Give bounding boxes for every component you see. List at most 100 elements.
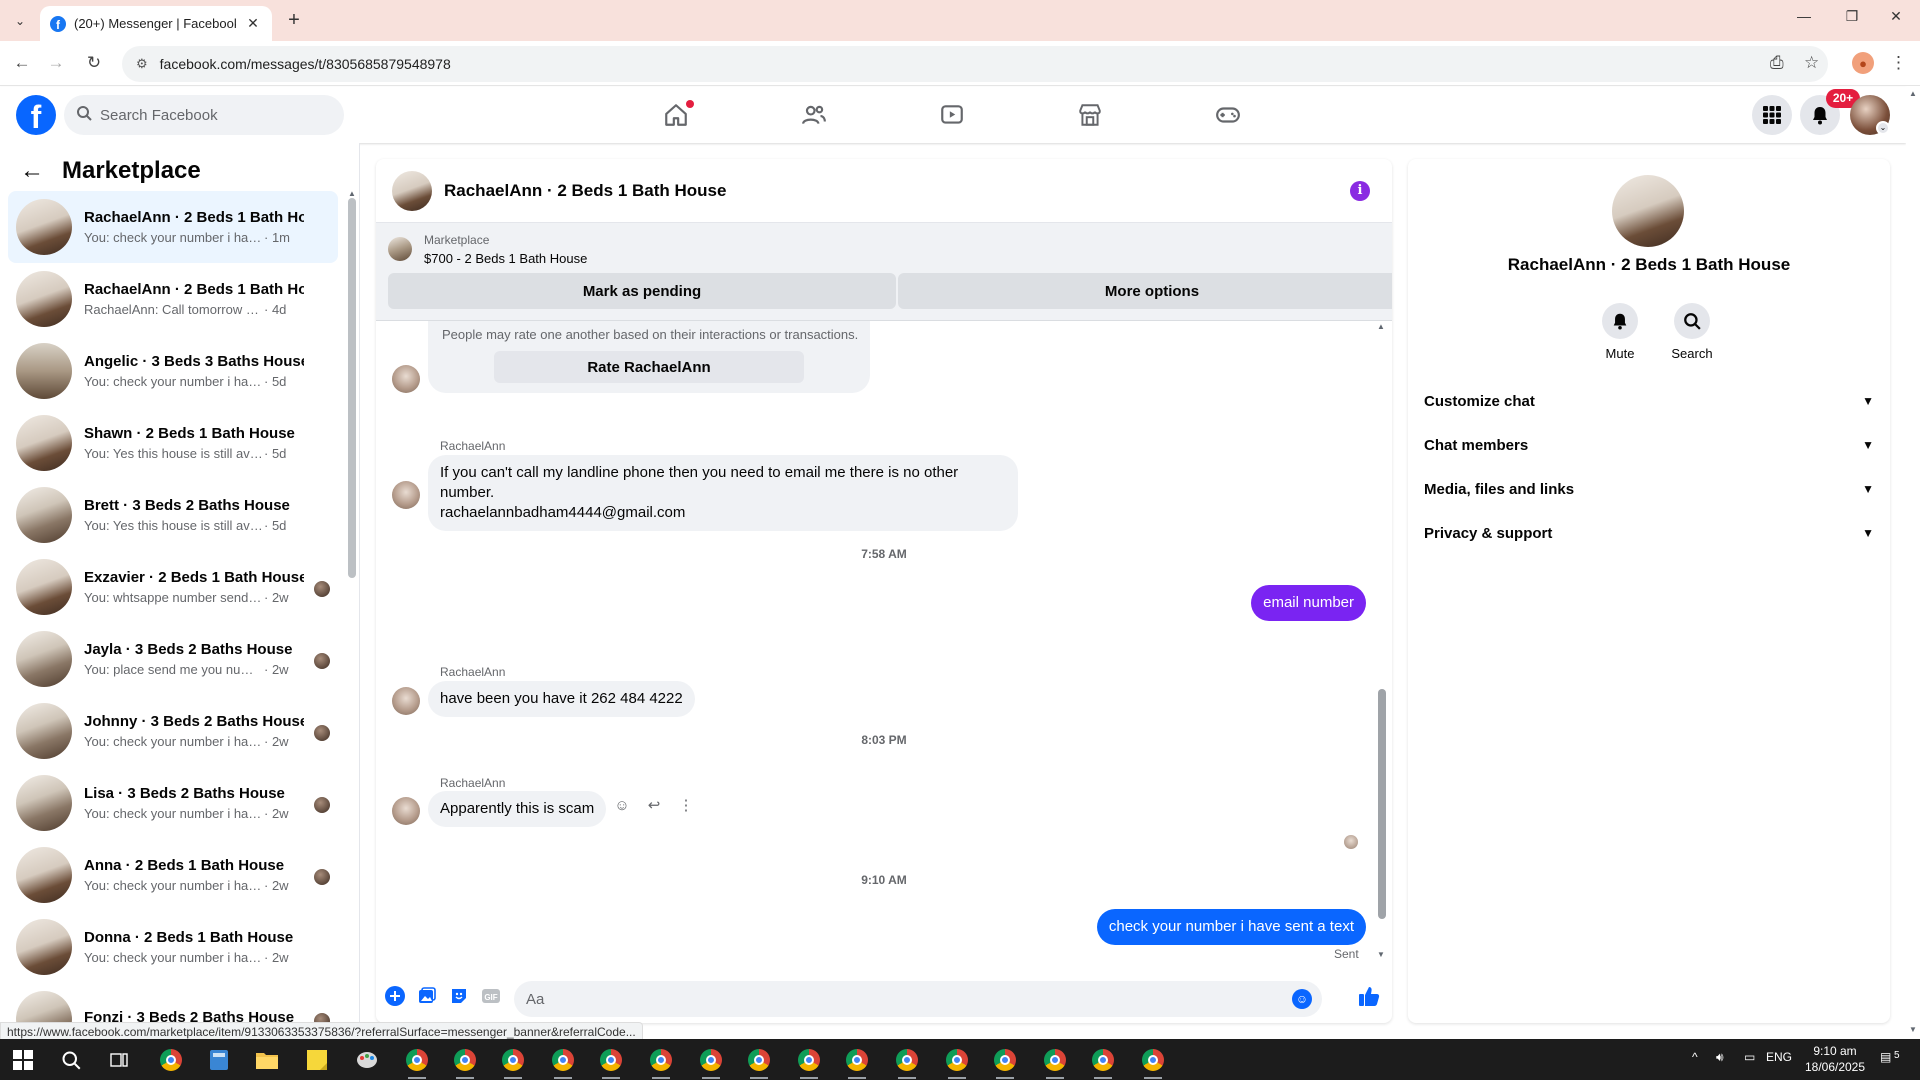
close-tab-icon[interactable]: ✕ <box>244 15 262 32</box>
chat-scrollbar[interactable] <box>1378 689 1386 919</box>
task-view-icon[interactable] <box>106 1047 132 1073</box>
list-item[interactable]: Johnny · 3 Beds 2 Baths House You: check… <box>8 695 338 767</box>
restore-icon[interactable]: ❐ <box>1832 8 1872 25</box>
chrome-app-icon[interactable] <box>1042 1047 1068 1079</box>
chat-title[interactable]: RachaelAnn · 2 Beds 1 Bath House <box>444 181 726 201</box>
reload-icon[interactable]: ↻ <box>82 51 106 75</box>
emoji-icon[interactable]: ☺ <box>1292 989 1312 1009</box>
windows-start-icon[interactable] <box>10 1047 36 1073</box>
friends-icon[interactable] <box>796 97 832 133</box>
media-files-links-row[interactable]: Media, files and links ▼ <box>1424 467 1874 511</box>
site-info-icon[interactable]: ⚙ <box>136 56 148 72</box>
scroll-down-arrow-icon[interactable]: ▼ <box>1909 1025 1917 1034</box>
message-input[interactable] <box>526 990 1226 1008</box>
scroll-up-arrow-icon[interactable]: ▲ <box>348 189 356 198</box>
gaming-icon[interactable] <box>1210 97 1246 133</box>
file-explorer-icon[interactable] <box>254 1047 280 1073</box>
action-center-icon[interactable]: ▤ <box>1880 1050 1891 1064</box>
add-plus-icon[interactable] <box>384 985 406 1007</box>
list-item[interactable]: Brett · 3 Beds 2 Baths House You: Yes th… <box>8 479 338 551</box>
list-item[interactable]: Donna · 2 Beds 1 Bath House You: check y… <box>8 911 338 983</box>
list-item[interactable]: Anna · 2 Beds 1 Bath House You: check yo… <box>8 839 338 911</box>
outgoing-message[interactable]: check your number i have sent a text <box>1096 909 1366 945</box>
chrome-app-icon[interactable] <box>1090 1047 1116 1079</box>
chrome-app-icon[interactable] <box>844 1047 870 1079</box>
facebook-search[interactable] <box>64 95 344 135</box>
listing-thumbnail[interactable] <box>388 237 412 261</box>
more-options-button[interactable]: More options <box>898 273 1392 309</box>
info-icon[interactable]: i <box>1350 181 1370 201</box>
list-item[interactable]: RachaelAnn · 2 Beds 1 Bath House Rachael… <box>8 263 338 335</box>
chat-avatar[interactable] <box>392 170 432 211</box>
chrome-app-icon[interactable] <box>1140 1047 1166 1079</box>
profile-avatar[interactable] <box>1612 175 1684 247</box>
list-item[interactable]: RachaelAnn · 2 Beds 1 Bath House You: ch… <box>8 191 338 263</box>
facebook-logo[interactable]: f <box>16 95 56 135</box>
more-dots-icon[interactable]: ⋮ <box>676 795 696 815</box>
chrome-app-icon[interactable] <box>648 1047 674 1079</box>
incoming-message[interactable]: If you can't call my landline phone then… <box>428 455 1018 531</box>
scroll-up-arrow-icon[interactable]: ▲ <box>1909 89 1917 98</box>
chrome-app-icon[interactable] <box>992 1047 1018 1079</box>
volume-icon[interactable]: 🔊︎ <box>1716 1050 1724 1065</box>
taskbar-search-icon[interactable] <box>58 1047 84 1073</box>
forward-arrow-icon[interactable]: → <box>44 51 68 75</box>
scroll-down-arrow-icon[interactable]: ▼ <box>1377 950 1385 959</box>
rate-button[interactable]: Rate RachaelAnn <box>494 351 804 383</box>
thumbs-up-icon[interactable] <box>1358 985 1380 1007</box>
list-item[interactable]: Shawn · 2 Beds 1 Bath House You: Yes thi… <box>8 407 338 479</box>
install-app-icon[interactable]: ⎙ <box>1770 53 1784 73</box>
list-item[interactable]: Lisa · 3 Beds 2 Baths House You: check y… <box>8 767 338 839</box>
scroll-up-arrow-icon[interactable]: ▲ <box>1377 322 1385 331</box>
network-icon[interactable]: ▭ <box>1744 1050 1755 1064</box>
chrome-app-icon[interactable] <box>500 1047 526 1079</box>
sticky-notes-icon[interactable] <box>304 1047 330 1073</box>
listing-title[interactable]: $700 - 2 Beds 1 Bath House <box>424 251 587 266</box>
photo-icon[interactable] <box>416 985 438 1007</box>
chrome-app-icon[interactable] <box>598 1047 624 1079</box>
marketplace-icon[interactable] <box>1072 97 1108 133</box>
chrome-app-icon[interactable] <box>550 1047 576 1079</box>
paint-app-icon[interactable] <box>354 1047 380 1073</box>
search-input[interactable] <box>100 106 320 124</box>
minimize-icon[interactable]: — <box>1784 8 1824 24</box>
mark-pending-button[interactable]: Mark as pending <box>388 273 896 309</box>
chrome-app-icon[interactable] <box>698 1047 724 1079</box>
tray-expand-icon[interactable]: ^ <box>1692 1050 1698 1064</box>
browser-menu-icon[interactable]: ⋮ <box>1890 53 1907 73</box>
sidebar-scrollbar[interactable] <box>348 198 356 578</box>
incoming-message[interactable]: Apparently this is scam <box>428 791 607 827</box>
chrome-app-icon[interactable] <box>404 1047 430 1079</box>
back-arrow-icon[interactable]: ← <box>10 51 34 75</box>
list-item[interactable]: Angelic · 3 Beds 3 Baths House You: chec… <box>8 335 338 407</box>
list-item[interactable]: Jayla · 3 Beds 2 Baths House You: place … <box>8 623 338 695</box>
outgoing-message[interactable]: email number <box>1251 585 1366 621</box>
address-bar[interactable]: ⚙ facebook.com/messages/t/83056858795489… <box>122 46 1828 82</box>
chrome-app-icon[interactable] <box>894 1047 920 1079</box>
chrome-app-icon[interactable] <box>796 1047 822 1079</box>
incoming-message[interactable]: have been you have it 262 484 4222 <box>428 681 695 717</box>
page-scrollbar[interactable]: ▲ ▼ <box>1906 87 1920 1039</box>
calculator-icon[interactable] <box>206 1047 232 1073</box>
reply-icon[interactable]: ↩ <box>644 795 664 815</box>
browser-profile-icon[interactable]: ● <box>1852 52 1874 74</box>
sticker-icon[interactable] <box>448 985 470 1007</box>
bookmark-star-icon[interactable]: ☆ <box>1804 53 1819 73</box>
back-arrow-icon[interactable]: ← <box>20 157 44 185</box>
menu-grid-icon[interactable] <box>1752 95 1792 135</box>
chat-members-row[interactable]: Chat members ▼ <box>1424 423 1874 467</box>
account-chevron-icon[interactable]: ⌄ <box>1876 121 1890 135</box>
chrome-app-icon[interactable] <box>746 1047 772 1079</box>
taskbar-clock[interactable]: 9:10 am 18/06/2025 <box>1800 1043 1870 1075</box>
react-smiley-icon[interactable]: ☺ <box>612 795 632 815</box>
video-icon[interactable] <box>934 97 970 133</box>
close-window-icon[interactable]: ✕ <box>1876 8 1916 25</box>
tab-search-icon[interactable]: ⌄ <box>8 9 32 33</box>
chrome-app-icon[interactable] <box>158 1047 184 1073</box>
customize-chat-row[interactable]: Customize chat ▼ <box>1424 379 1874 423</box>
gif-icon[interactable]: GIF <box>480 985 502 1007</box>
language-indicator[interactable]: ENG <box>1766 1050 1792 1064</box>
mute-button[interactable]: Mute <box>1590 303 1650 361</box>
privacy-support-row[interactable]: Privacy & support ▼ <box>1424 511 1874 555</box>
chrome-app-icon[interactable] <box>944 1047 970 1079</box>
